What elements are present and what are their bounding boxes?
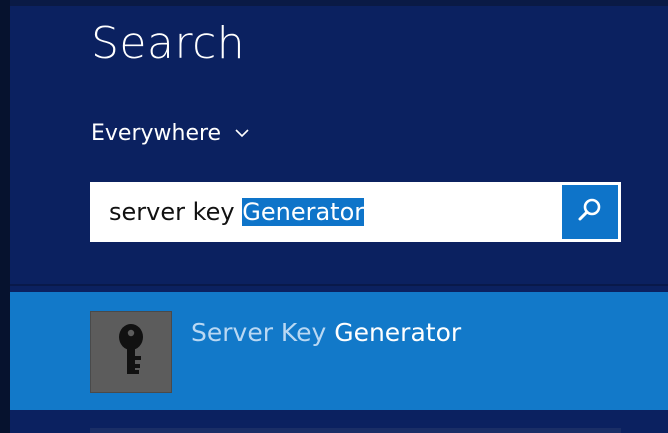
page-title: Search [91,18,246,69]
scope-dropdown[interactable]: Everywhere [91,118,251,148]
search-box: server key Generator [90,182,621,242]
result-label-rest: Generator [334,318,462,347]
key-icon [114,322,148,382]
search-button[interactable] [562,185,618,239]
results-divider [10,284,668,286]
magnifier-icon [577,197,603,227]
result-label-match: Server Key [191,318,335,347]
scope-label: Everywhere [91,120,222,146]
search-typed-text: server key [109,198,243,226]
left-edge [0,0,10,433]
next-result-edge [90,428,621,433]
chevron-down-icon [233,124,251,142]
search-autocomplete-selection: Generator [242,198,365,226]
result-app-tile [90,311,172,393]
search-input[interactable]: server key Generator [90,198,562,226]
search-result-item[interactable]: Server Key Generator [10,292,668,410]
result-label: Server Key Generator [191,318,461,347]
